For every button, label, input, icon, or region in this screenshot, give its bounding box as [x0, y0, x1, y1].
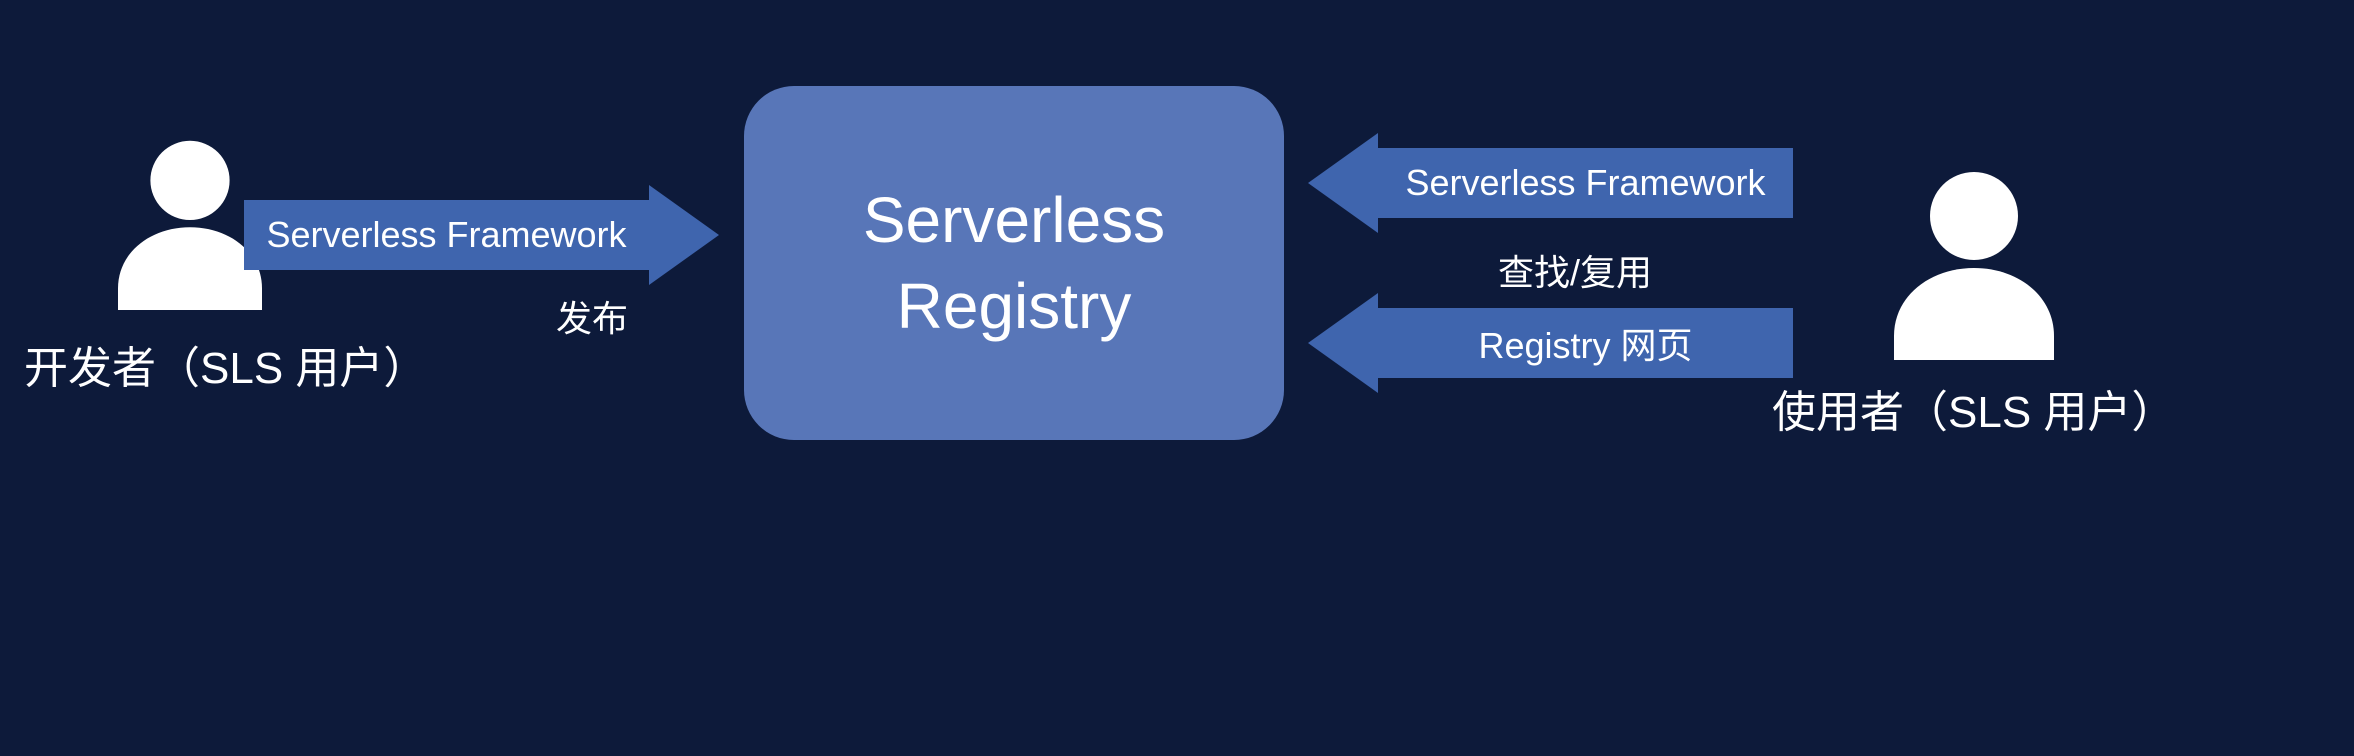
registry-box: Serverless Registry: [744, 86, 1284, 440]
lookup-sublabel: 查找/复用: [1498, 244, 1652, 296]
framework-arrow-label: Serverless Framework: [1405, 162, 1765, 204]
registry-web-arrow: Registry 网页: [1378, 308, 1793, 378]
publish-arrow-head: [649, 185, 719, 285]
publish-sublabel: 发布: [556, 290, 628, 342]
publish-arrow-label: Serverless Framework: [266, 214, 626, 256]
registry-web-arrow-label: Registry 网页: [1478, 317, 1692, 369]
registry-line2: Registry: [897, 263, 1132, 349]
diagram-stage: 开发者（SLS 用户） Serverless Framework 发布 Serv…: [0, 0, 2354, 756]
developer-label: 开发者（SLS 用户）: [24, 332, 427, 396]
user-label: 使用者（SLS 用户）: [1772, 376, 2175, 440]
user-icon: [1874, 160, 2074, 360]
registry-web-arrow-head: [1308, 293, 1378, 393]
registry-line1: Serverless: [863, 177, 1165, 263]
framework-arrow: Serverless Framework: [1378, 148, 1793, 218]
framework-arrow-head: [1308, 133, 1378, 233]
publish-arrow: Serverless Framework: [244, 200, 649, 270]
